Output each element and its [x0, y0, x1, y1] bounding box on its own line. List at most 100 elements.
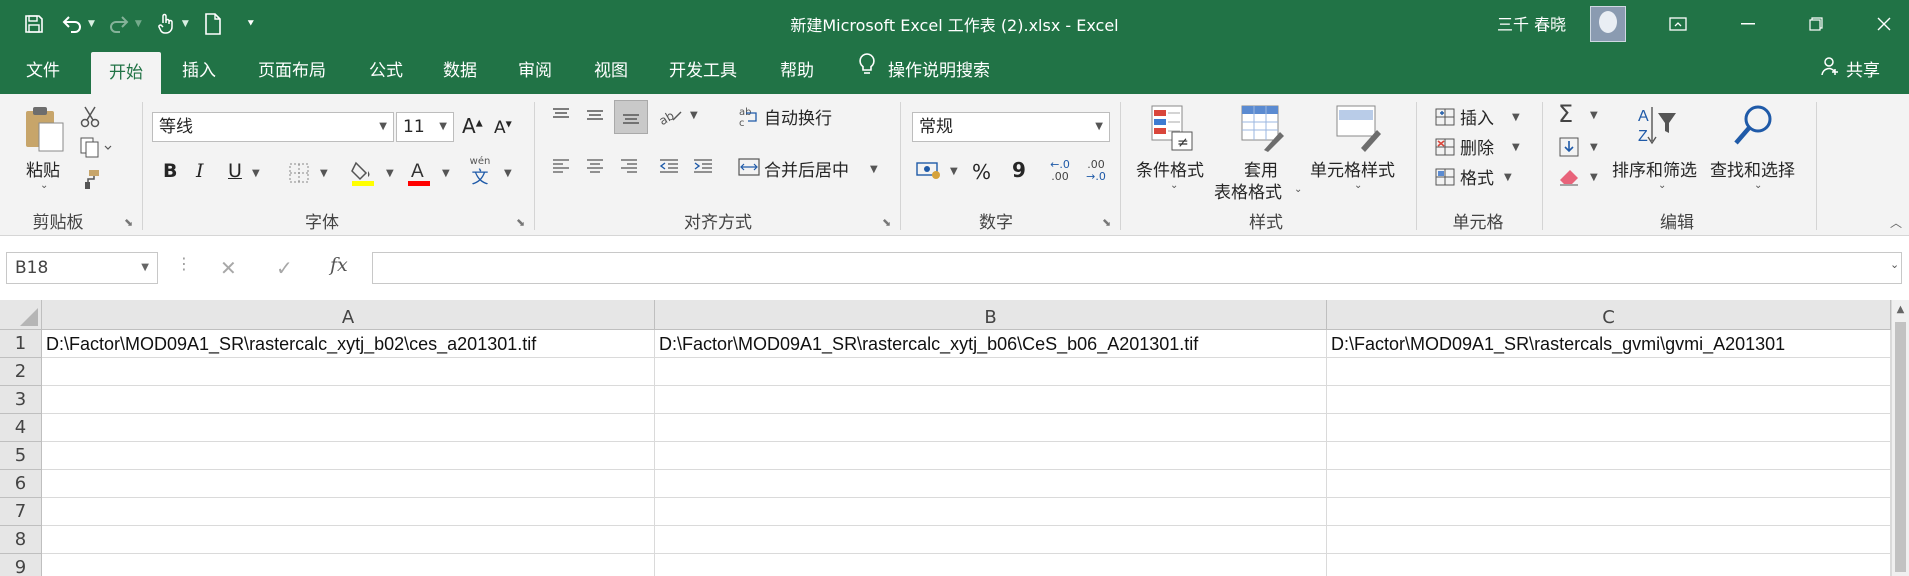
cell-b9[interactable]	[655, 554, 1327, 576]
collapse-ribbon-icon[interactable]: ︿	[1890, 214, 1902, 231]
accounting-format-icon[interactable]	[914, 156, 944, 184]
redo-dropdown-icon[interactable]: ▼	[135, 19, 142, 29]
share-button[interactable]: 共享	[1820, 48, 1880, 94]
paste-icon[interactable]	[20, 104, 68, 154]
delete-dropdown-icon[interactable]: ▼	[1512, 142, 1520, 153]
cell-a4[interactable]	[42, 414, 655, 442]
row-header[interactable]: 3	[0, 386, 42, 414]
autosum-dropdown-icon[interactable]: ▼	[1590, 110, 1598, 121]
tab-developer[interactable]: 开发工具	[651, 48, 755, 94]
cell-a9[interactable]	[42, 554, 655, 576]
scrollbar-thumb[interactable]	[1895, 322, 1906, 572]
select-all-button[interactable]	[0, 300, 42, 330]
column-header-a[interactable]: A	[42, 300, 655, 330]
find-select-icon[interactable]	[1730, 102, 1778, 150]
orientation-icon[interactable]: ab	[656, 102, 686, 130]
undo-icon[interactable]	[58, 10, 86, 38]
format-cells-icon[interactable]	[1432, 164, 1458, 190]
clear-icon[interactable]	[1556, 164, 1582, 190]
decrease-indent-icon[interactable]	[656, 154, 682, 180]
underline-dropdown-icon[interactable]: ▼	[252, 168, 260, 179]
tab-file[interactable]: 文件	[8, 48, 78, 94]
paste-label[interactable]: 粘贴	[26, 156, 60, 181]
cell-b5[interactable]	[655, 442, 1327, 470]
find-select-label[interactable]: 查找和选择	[1710, 156, 1795, 181]
conditional-dropdown-icon[interactable]: ⌄	[1170, 180, 1178, 191]
cell-c2[interactable]	[1327, 358, 1891, 386]
font-color-dropdown-icon[interactable]: ▼	[442, 168, 450, 179]
insert-function-button[interactable]: fx	[330, 254, 348, 276]
align-left-icon[interactable]	[548, 154, 574, 180]
sort-filter-label[interactable]: 排序和筛选	[1612, 156, 1697, 181]
align-center-icon[interactable]	[582, 154, 608, 180]
cell-a7[interactable]	[42, 498, 655, 526]
cut-icon[interactable]	[76, 104, 104, 130]
row-header[interactable]: 5	[0, 442, 42, 470]
cell-a6[interactable]	[42, 470, 655, 498]
bold-button[interactable]: B	[163, 160, 177, 182]
tab-formulas[interactable]: 公式	[351, 48, 421, 94]
fill-icon[interactable]	[1556, 134, 1582, 160]
format-table-dropdown-icon[interactable]: ⌄	[1294, 184, 1302, 195]
cell-c6[interactable]	[1327, 470, 1891, 498]
cell-styles-label[interactable]: 单元格样式	[1310, 156, 1395, 181]
cell-b8[interactable]	[655, 526, 1327, 554]
cell-c1[interactable]: D:\Factor\MOD09A1_SR\rastercals_gvmi\gvm…	[1327, 330, 1891, 358]
underline-button[interactable]: U	[228, 160, 242, 182]
delete-cells-icon[interactable]	[1432, 134, 1458, 160]
tab-view[interactable]: 视图	[576, 48, 646, 94]
format-painter-icon[interactable]	[76, 166, 104, 192]
tab-help[interactable]: 帮助	[762, 48, 832, 94]
cell-b6[interactable]	[655, 470, 1327, 498]
borders-icon[interactable]	[284, 160, 314, 186]
merge-center-label[interactable]: 合并后居中	[764, 156, 849, 181]
format-dropdown-icon[interactable]: ▼	[1504, 172, 1512, 183]
cell-a3[interactable]	[42, 386, 655, 414]
alignment-launcher-icon[interactable]: ⬊	[882, 216, 891, 229]
sort-filter-dropdown-icon[interactable]: ⌄	[1658, 180, 1666, 191]
clipboard-launcher-icon[interactable]: ⬊	[124, 216, 133, 229]
restore-icon[interactable]	[1796, 8, 1836, 40]
grow-font-button[interactable]: A▲	[462, 114, 483, 138]
merge-dropdown-icon[interactable]: ▼	[870, 164, 878, 175]
enter-icon[interactable]: ✓	[276, 256, 293, 280]
row-header[interactable]: 2	[0, 358, 42, 386]
new-file-icon[interactable]	[199, 10, 227, 38]
row-header[interactable]: 8	[0, 526, 42, 554]
save-icon[interactable]	[20, 10, 48, 38]
vertical-scrollbar[interactable]: ▲	[1891, 300, 1909, 576]
align-bottom-icon[interactable]	[614, 100, 648, 134]
delete-cells-label[interactable]: 删除	[1460, 134, 1494, 159]
tab-insert[interactable]: 插入	[164, 48, 234, 94]
font-size-combo[interactable]: 11 ▼	[396, 112, 454, 142]
tab-home[interactable]: 开始	[91, 52, 161, 94]
cell-c5[interactable]	[1327, 442, 1891, 470]
font-color-icon[interactable]: A	[404, 158, 434, 188]
expand-formula-bar-icon[interactable]: ⌄	[1890, 258, 1899, 271]
shrink-font-button[interactable]: A▼	[494, 118, 512, 138]
percent-style-button[interactable]: %	[972, 160, 991, 184]
cell-c8[interactable]	[1327, 526, 1891, 554]
cell-b2[interactable]	[655, 358, 1327, 386]
increase-decimal-icon[interactable]: ←.0.00	[1044, 156, 1076, 186]
comma-style-button[interactable]: 9	[1012, 158, 1026, 182]
align-top-icon[interactable]	[548, 102, 574, 128]
user-name[interactable]: 三千 春晓	[1497, 11, 1566, 35]
align-middle-icon[interactable]	[582, 102, 608, 128]
cell-styles-icon[interactable]	[1334, 104, 1382, 152]
close-icon[interactable]	[1864, 8, 1904, 40]
row-header[interactable]: 1	[0, 330, 42, 358]
sort-filter-icon[interactable]: AZ	[1632, 102, 1680, 150]
paste-dropdown-icon[interactable]: ⌄	[40, 180, 48, 191]
cell-styles-dropdown-icon[interactable]: ⌄	[1354, 180, 1362, 191]
insert-cells-icon[interactable]	[1432, 104, 1458, 130]
fill-color-icon[interactable]	[348, 158, 378, 188]
cell-a5[interactable]	[42, 442, 655, 470]
wrap-text-label[interactable]: 自动换行	[764, 104, 832, 129]
cell-a2[interactable]	[42, 358, 655, 386]
touch-dropdown-icon[interactable]: ▼	[182, 19, 189, 29]
cell-b3[interactable]	[655, 386, 1327, 414]
scroll-up-icon[interactable]: ▲	[1892, 300, 1909, 320]
clear-dropdown-icon[interactable]: ▼	[1590, 172, 1598, 183]
find-select-dropdown-icon[interactable]: ⌄	[1754, 180, 1762, 191]
